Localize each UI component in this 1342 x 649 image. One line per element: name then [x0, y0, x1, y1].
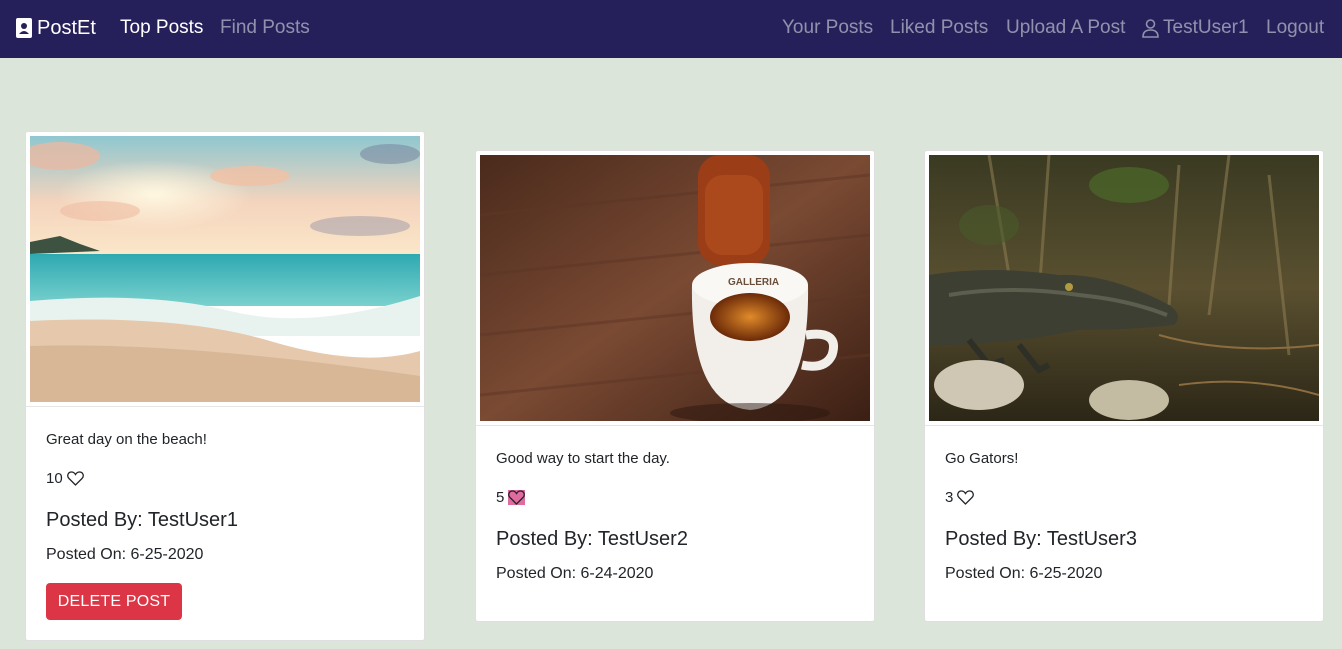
brand-link[interactable]: PostEt [16, 16, 96, 40]
heart-outline-icon[interactable] [66, 471, 84, 486]
brand-name: PostEt [37, 16, 96, 39]
nav-user-profile[interactable]: TestUser1 [1142, 16, 1249, 40]
delete-post-button[interactable]: DELETE POST [46, 583, 182, 620]
heart-filled-icon[interactable] [508, 490, 526, 505]
nav-username: TestUser1 [1163, 17, 1249, 38]
id-card-icon [16, 18, 32, 38]
card-divider [925, 425, 1323, 426]
post-image-beach [30, 136, 420, 402]
card-divider [476, 425, 874, 426]
nav-logout[interactable]: Logout [1266, 16, 1324, 40]
post-author: Posted By: TestUser2 [496, 528, 688, 550]
post-caption: Great day on the beach! [46, 431, 207, 448]
post-date: Posted On: 6-24-2020 [496, 565, 654, 582]
post-card: GALLERIA Good way to start the day. 5 Po… [475, 150, 875, 622]
like-count: 5 [496, 489, 505, 506]
nav-find-posts[interactable]: Find Posts [220, 16, 310, 40]
post-caption: Good way to start the day. [496, 450, 670, 467]
user-icon [1142, 18, 1159, 38]
svg-text:GALLERIA: GALLERIA [728, 277, 779, 288]
like-count: 10 [46, 470, 63, 487]
post-likes: 3 [945, 489, 975, 506]
post-likes: 5 [496, 489, 526, 506]
post-image-espresso: GALLERIA [480, 155, 870, 421]
heart-outline-icon[interactable] [957, 490, 975, 505]
post-card: Great day on the beach! 10 Posted By: Te… [25, 131, 425, 641]
post-likes: 10 [46, 470, 84, 487]
post-date: Posted On: 6-25-2020 [945, 565, 1103, 582]
nav-liked-posts[interactable]: Liked Posts [890, 16, 988, 40]
nav-top-posts[interactable]: Top Posts [120, 16, 203, 40]
top-navbar: PostEt Top Posts Find Posts Your Posts L… [0, 0, 1342, 58]
nav-upload-post[interactable]: Upload A Post [1006, 16, 1125, 40]
post-card: Go Gators! 3 Posted By: TestUser3 Posted… [924, 150, 1324, 622]
post-author: Posted By: TestUser3 [945, 528, 1137, 550]
post-image-alligator [929, 155, 1319, 421]
card-divider [26, 406, 424, 407]
like-count: 3 [945, 489, 954, 506]
post-date: Posted On: 6-25-2020 [46, 546, 204, 563]
nav-your-posts[interactable]: Your Posts [782, 16, 873, 40]
post-author: Posted By: TestUser1 [46, 509, 238, 531]
post-caption: Go Gators! [945, 450, 1019, 467]
